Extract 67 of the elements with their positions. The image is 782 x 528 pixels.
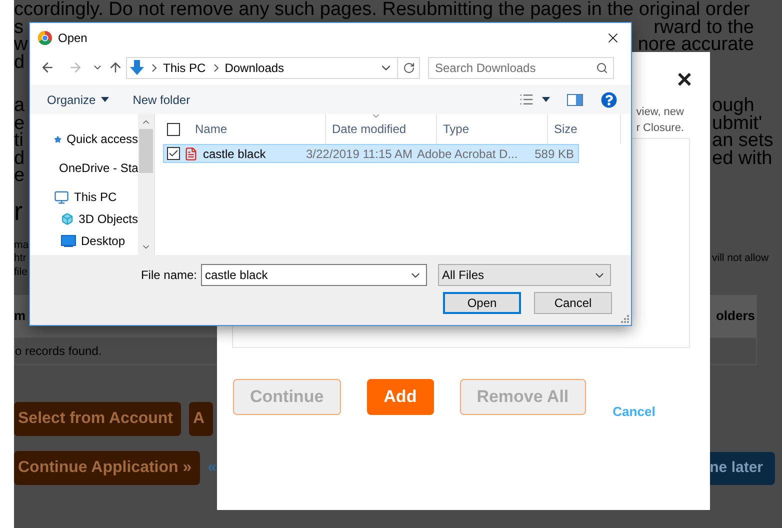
page-text: rward to the bbox=[654, 18, 754, 36]
dialog-button[interactable]: Open bbox=[443, 292, 521, 314]
refresh-icon bbox=[402, 62, 414, 74]
cube-icon bbox=[61, 212, 74, 226]
file-name: castle black bbox=[203, 146, 267, 162]
page-text: ough bbox=[712, 97, 754, 114]
file-name-field[interactable]: castle black bbox=[201, 264, 427, 286]
desktop-icon bbox=[61, 235, 76, 247]
monitor-icon bbox=[54, 190, 69, 204]
download-arrow-icon bbox=[130, 60, 144, 75]
browser-logo-icon bbox=[38, 30, 52, 44]
empty-note: o records found. bbox=[15, 343, 102, 360]
file-date: 3/22/2019 11:15 AM bbox=[306, 146, 414, 162]
preview-pane-icon[interactable] bbox=[567, 94, 583, 106]
breadcrumb[interactable]: Downloads bbox=[224, 58, 284, 76]
page-text: ccordingly. Do not remove any such pages. Resubmitting the pages in the original order bbox=[14, 1, 750, 18]
column-header: m bbox=[14, 307, 26, 326]
help-icon[interactable] bbox=[601, 92, 617, 108]
page-text: ubmit' bbox=[712, 114, 762, 132]
page-text: vill not allow bbox=[712, 252, 769, 266]
checkbox[interactable] bbox=[167, 122, 180, 136]
page-text: htr bbox=[14, 252, 26, 264]
search-field[interactable]: Search Downloads bbox=[428, 56, 614, 78]
resize-grip-icon bbox=[621, 315, 629, 323]
view-options-icon[interactable] bbox=[519, 92, 534, 107]
scrollbar[interactable] bbox=[138, 114, 154, 255]
column-header[interactable]: Name bbox=[195, 120, 228, 138]
organize-menu[interactable]: Organize bbox=[47, 90, 109, 108]
nav-item[interactable]: 3D Objects bbox=[30, 210, 138, 228]
column-header[interactable]: Type bbox=[443, 120, 470, 138]
description-text: r Closure. bbox=[636, 121, 684, 136]
page-text: ma bbox=[14, 238, 29, 250]
description-text: view, new bbox=[636, 105, 684, 120]
file-type-dropdown[interactable]: All Files bbox=[438, 264, 611, 286]
address-bar[interactable]: This PC Downloads bbox=[126, 56, 398, 78]
new-folder-button[interactable]: New folder bbox=[132, 90, 190, 108]
page-text: w bbox=[14, 36, 28, 54]
refresh-button[interactable] bbox=[398, 56, 420, 78]
nav-item[interactable]: Desktop bbox=[30, 232, 138, 250]
breadcrumb[interactable]: This PC bbox=[163, 58, 206, 76]
close-button[interactable]: × bbox=[676, 66, 692, 92]
nav-item[interactable]: Quick access bbox=[30, 130, 138, 148]
dialog-button[interactable]: Cancel bbox=[534, 292, 612, 314]
caret-icon[interactable] bbox=[542, 97, 550, 102]
page-text: an sets bbox=[712, 132, 774, 150]
file-row[interactable]: castle black 3/22/2019 11:15 AM Adobe Acrobat D... 589 KB bbox=[163, 144, 579, 163]
checkbox[interactable] bbox=[167, 147, 180, 160]
file-type: Adobe Acrobat D... bbox=[417, 146, 519, 162]
column-header[interactable]: Size bbox=[554, 120, 578, 138]
search-icon bbox=[596, 62, 608, 74]
page-text: file bbox=[14, 266, 28, 278]
pdf-file-icon bbox=[184, 146, 198, 160]
window-title: Open bbox=[58, 30, 88, 46]
page-text: nore accurate bbox=[638, 36, 754, 54]
column-header: olders bbox=[716, 307, 756, 326]
caret-icon bbox=[100, 97, 109, 102]
page-text: r bbox=[14, 196, 23, 226]
page-text: d bbox=[14, 54, 25, 71]
column-header[interactable]: Date modified bbox=[332, 120, 406, 138]
file-name-label: File name: bbox=[140, 267, 198, 284]
chevron-icon bbox=[152, 64, 157, 72]
page-text: ed with bbox=[712, 150, 772, 167]
nav-item[interactable]: This PC bbox=[30, 188, 138, 206]
chevron-icon bbox=[214, 64, 219, 72]
page-text: s bbox=[14, 18, 24, 36]
file-size: 589 KB bbox=[534, 146, 575, 162]
nav-item[interactable]: OneDrive - Sta bbox=[30, 159, 138, 177]
